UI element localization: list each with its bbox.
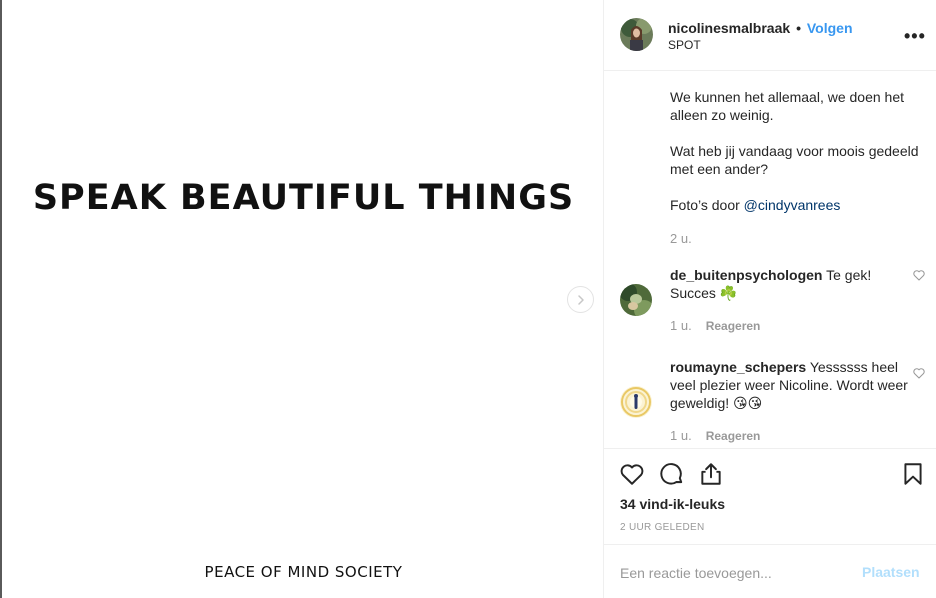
comment-username[interactable]: roumayne_schepers: [670, 359, 806, 375]
comment-item: de_buitenpsychologen Te gek! Succes ☘️ 1…: [604, 264, 936, 344]
reply-button[interactable]: Reageren: [706, 429, 761, 443]
post-media: SPEAK BEAUTIFUL THINGS PEACE OF MIND SOC…: [0, 0, 603, 598]
media-footer: PEACE OF MIND SOCIETY: [204, 563, 403, 581]
post-actions: 34 vind-ik-leuks 2 UUR GELEDEN: [604, 448, 936, 544]
comment-input[interactable]: [620, 563, 850, 583]
save-bookmark-icon[interactable]: [900, 461, 926, 487]
comment-like-icon[interactable]: [912, 366, 926, 380]
comment-item: roumayne_schepers Yessssss heel veel ple…: [604, 356, 936, 446]
post-comment-button[interactable]: Plaatsen: [862, 564, 920, 580]
like-heart-icon[interactable]: [619, 461, 645, 487]
post-location[interactable]: SPOT: [668, 38, 701, 52]
post-caption: We kunnen het allemaal, we doen het alle…: [670, 88, 920, 248]
add-comment-bar: Plaatsen: [604, 544, 936, 598]
comment-body: roumayne_schepers Yessssss heel veel ple…: [670, 358, 910, 412]
post-sidebar: nicolinesmalbraak • Volgen SPOT ••• We k…: [603, 0, 936, 598]
commenter-avatar[interactable]: [620, 386, 652, 418]
likes-count[interactable]: 34 vind-ik-leuks: [620, 496, 725, 512]
mention-link[interactable]: @cindyvanrees: [744, 197, 841, 213]
comment-body: de_buitenpsychologen Te gek! Succes ☘️: [670, 266, 910, 302]
comment-meta: 1 u. Reageren: [670, 318, 760, 333]
author-avatar[interactable]: [620, 18, 653, 51]
caption-meta: 2 u.: [670, 230, 920, 248]
caption-credit: Foto’s door @cindyvanrees: [670, 196, 920, 214]
author-username[interactable]: nicolinesmalbraak: [668, 20, 790, 36]
follow-button[interactable]: Volgen: [807, 20, 853, 36]
caption-line: We kunnen het allemaal, we doen het alle…: [670, 89, 905, 123]
reply-button[interactable]: Reageren: [706, 319, 761, 333]
caption-credit-prefix: Foto’s door: [670, 197, 744, 213]
post-header: nicolinesmalbraak • Volgen SPOT •••: [604, 0, 936, 71]
more-options-button[interactable]: •••: [904, 26, 926, 47]
comment-age[interactable]: 1 u.: [670, 428, 692, 443]
comment-username[interactable]: de_buitenpsychologen: [670, 267, 822, 283]
comment-like-icon[interactable]: [912, 268, 926, 282]
commenter-avatar[interactable]: [620, 284, 652, 316]
post-timestamp[interactable]: 2 UUR GELEDEN: [620, 522, 704, 533]
comment-age[interactable]: 1 u.: [670, 318, 692, 333]
comment-bubble-icon[interactable]: [659, 461, 685, 487]
comments-list[interactable]: We kunnen het allemaal, we doen het alle…: [604, 72, 936, 448]
next-image-button[interactable]: [567, 286, 594, 313]
caption-line: Wat heb jij vandaag voor moois gedeeld m…: [670, 143, 919, 177]
caption-age[interactable]: 2 u.: [670, 231, 692, 246]
chevron-right-icon: [577, 294, 584, 305]
share-icon[interactable]: [698, 461, 724, 487]
media-headline: SPEAK BEAUTIFUL THINGS: [32, 178, 575, 218]
header-separator: •: [796, 20, 801, 36]
author-line: nicolinesmalbraak • Volgen: [668, 20, 853, 36]
comment-meta: 1 u. Reageren: [670, 428, 760, 443]
